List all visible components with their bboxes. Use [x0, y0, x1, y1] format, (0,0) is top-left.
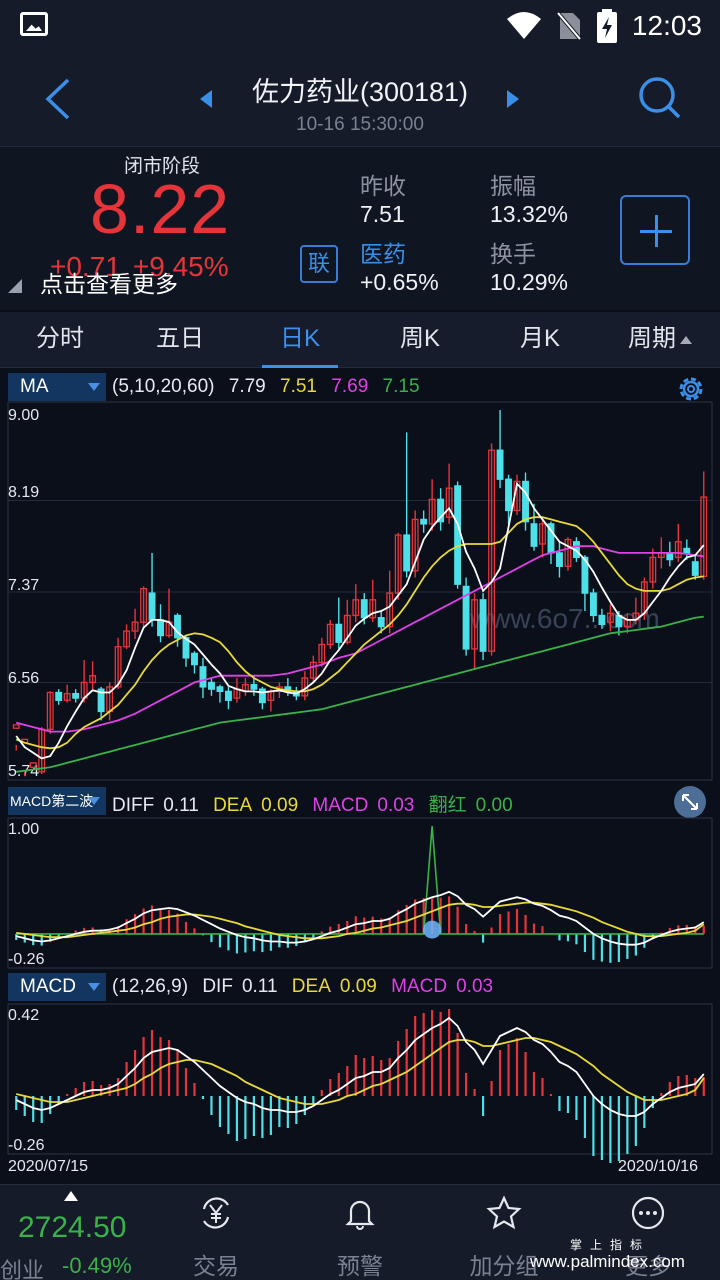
candle-body	[530, 523, 538, 547]
k-tick-label: 9.00	[8, 407, 39, 424]
macd2-diff-line	[15, 890, 705, 946]
chart-area[interactable]: 9.00 8.19 7.37 6.56 5.74 www.6o7...com 1…	[0, 0, 720, 1184]
cross-marker-icon	[423, 920, 442, 939]
candle-body	[691, 561, 699, 576]
candle-body	[12, 724, 20, 729]
kline-frame	[7, 401, 713, 781]
index-change: -0.49%	[62, 1253, 132, 1278]
candle-body	[191, 652, 198, 666]
fanhong-line	[16, 825, 704, 935]
trade-yen-icon	[202, 1197, 230, 1229]
candle-body	[157, 619, 164, 637]
candle-body	[505, 478, 512, 512]
candle-body	[666, 552, 674, 561]
candle-body	[598, 614, 606, 626]
m2-tick-label: -0.26	[8, 951, 45, 968]
start-date: 2020/07/15	[8, 1158, 88, 1175]
macd-grid	[7, 1003, 713, 1155]
site-watermark-cn: 掌上指标	[570, 1238, 651, 1252]
k-tick-label: 6.56	[8, 670, 39, 687]
candle-body	[556, 552, 563, 567]
candle-body	[335, 623, 343, 643]
bell-icon	[345, 1200, 375, 1230]
more-dots-icon	[631, 1196, 665, 1230]
index-name: 创业	[0, 1258, 45, 1280]
site-watermark: www.palmindex.com	[530, 1252, 685, 1271]
end-date: 2020/10/16	[618, 1158, 698, 1175]
macd-dif-line	[15, 1016, 705, 1117]
candle-body	[250, 684, 258, 690]
candle-body	[216, 686, 224, 693]
macd-frame	[7, 1003, 713, 1155]
candle-body	[377, 617, 385, 628]
nav-alert[interactable]: 预警	[300, 1185, 420, 1280]
m-tick-label: -0.26	[8, 1137, 45, 1154]
candle-body	[208, 681, 215, 690]
expand-up-icon[interactable]	[64, 1191, 78, 1201]
candle-body	[403, 534, 411, 572]
macd-series	[15, 1009, 705, 1163]
candle-body	[479, 599, 487, 652]
index-value[interactable]: 2724.50	[18, 1211, 126, 1245]
k-tick-label: 7.37	[8, 577, 39, 594]
star-icon	[486, 1195, 522, 1230]
kline-grid	[7, 401, 713, 781]
candle-body	[258, 688, 266, 704]
candle-body	[522, 480, 529, 523]
candle-body	[496, 449, 504, 480]
k-tick-label: 8.19	[8, 484, 39, 501]
candle-body	[420, 518, 428, 525]
candle-body	[224, 690, 232, 701]
m-tick-label: 0.42	[8, 1007, 39, 1024]
candle-body	[454, 485, 462, 585]
kline-series	[12, 410, 708, 777]
candle-body	[199, 666, 207, 688]
candle-body	[55, 691, 63, 701]
m2-tick-label: 1.00	[8, 821, 39, 838]
nav-trade-label: 交易	[193, 1253, 239, 1279]
macd2-grid	[7, 817, 713, 969]
candle-body	[148, 592, 156, 621]
watermark: www.6o7...com	[469, 603, 660, 634]
macd-dea-line	[15, 1037, 705, 1105]
ma60-line	[16, 615, 704, 773]
nav-alert-label: 预警	[337, 1253, 383, 1279]
macd2-series	[15, 825, 705, 963]
macd2-dea-line	[16, 901, 705, 940]
candle-body	[589, 592, 597, 617]
candle-body	[683, 547, 691, 554]
candle-body	[72, 692, 80, 699]
nav-trade[interactable]: 交易	[156, 1185, 276, 1280]
candle-body	[360, 599, 368, 619]
macd2-frame	[7, 817, 713, 969]
